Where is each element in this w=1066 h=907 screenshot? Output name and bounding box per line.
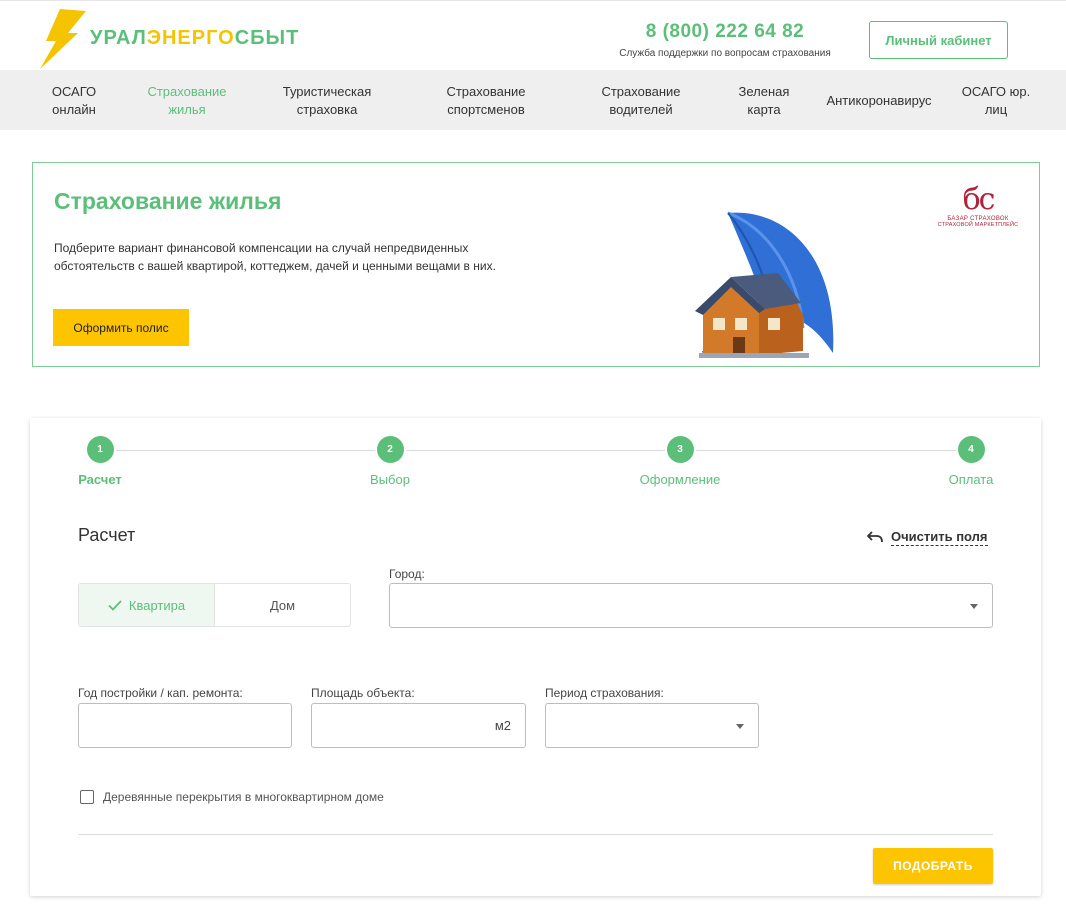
nav-item-label: ОСАГО [51, 84, 97, 99]
support-phone-block: 8 (800) 222 64 82 Служба поддержки по во… [610, 21, 840, 59]
step-selection[interactable]: 2 Выбор [330, 436, 450, 487]
property-type-toggle: Квартира Дом [78, 583, 351, 627]
nav-item-label: карта [747, 102, 781, 117]
build-year-label: Год постройки / кап. ремонта: [78, 686, 243, 700]
step-label: Оплата [948, 472, 994, 487]
hero-banner: Страхование жилья Подберите вариант фина… [32, 162, 1040, 367]
banner-description: Подберите вариант финансовой компенсации… [54, 241, 496, 273]
nav-item-home-insurance[interactable]: Страхование жилья [141, 83, 233, 119]
build-year-input[interactable] [78, 703, 292, 748]
city-select[interactable] [389, 583, 993, 628]
wooden-floors-checkbox[interactable] [80, 790, 94, 804]
period-label: Период страхования: [545, 686, 664, 700]
partner-tagline: СТРАХОВОЙ МАРКЕТПЛЕЙС [937, 222, 1019, 228]
undo-arrow-icon [867, 531, 883, 543]
nav-item-label: Страхование [147, 84, 227, 99]
steps-progress-line [100, 450, 970, 451]
nav-item-travel-insurance[interactable]: Туристическая страховка [276, 83, 378, 119]
property-type-house[interactable]: Дом [215, 584, 350, 626]
main-nav: ОСАГО онлайн Страхование жилья Туристиче… [0, 70, 1066, 130]
nav-item-label: страховка [296, 102, 358, 117]
step-label: Расчет [78, 472, 122, 487]
personal-cabinet-button[interactable]: Личный кабинет [869, 21, 1008, 59]
caret-down-icon [736, 723, 744, 729]
period-select[interactable] [545, 703, 759, 748]
clear-fields-link[interactable]: Очистить поля [867, 527, 988, 547]
partner-logo-mark: бс [962, 182, 996, 217]
checkmark-icon [108, 599, 122, 611]
wooden-floors-label: Деревянные перекрытия в многоквартирном … [103, 790, 384, 804]
partner-logo[interactable]: бс БАЗАР СТРАХОВОК СТРАХОВОЙ МАРКЕТПЛЕЙС [933, 185, 1023, 240]
area-unit: м2 [494, 718, 511, 733]
house-umbrella-illustration [695, 211, 834, 358]
nav-item-sports-insurance[interactable]: Страхование спортсменов [436, 83, 536, 119]
property-type-label: Квартира [128, 597, 186, 613]
nav-item-label: жилья [168, 102, 206, 117]
step-registration[interactable]: 3 Оформление [620, 436, 740, 487]
property-type-label: Дом [269, 597, 296, 613]
nav-item-label: ОСАГО юр. [961, 84, 1031, 99]
wooden-floors-option[interactable]: Деревянные перекрытия в многоквартирном … [80, 790, 384, 804]
step-number: 4 [957, 436, 985, 463]
step-calculation[interactable]: 1 Расчет [40, 436, 160, 487]
nav-item-label: спортсменов [447, 102, 525, 117]
calculator-title: Расчет [78, 525, 136, 545]
step-number: 3 [666, 436, 694, 463]
logo-text: УРАЛЭНЕРГОСБЫТ [90, 27, 300, 49]
city-label: Город: [389, 567, 425, 581]
lightning-bolt-icon [40, 9, 86, 69]
calculator-card: 1 Расчет 2 Выбор 3 Оформление 4 Оплата Р… [30, 418, 1041, 896]
nav-item-label: Зеленая [738, 84, 790, 99]
property-type-apartment[interactable]: Квартира [79, 584, 215, 626]
step-label: Оформление [639, 472, 721, 487]
support-phone[interactable]: 8 (800) 222 64 82 [610, 21, 840, 43]
nav-item-osago-online[interactable]: ОСАГО онлайн [44, 83, 104, 119]
step-payment[interactable]: 4 Оплата [911, 436, 1031, 487]
clear-fields-label: Очистить поля [891, 528, 988, 546]
form-divider [78, 834, 993, 835]
nav-item-label: онлайн [52, 102, 96, 117]
step-label: Выбор [370, 472, 410, 487]
nav-item-label: водителей [609, 102, 673, 117]
nav-item-label: Страхование [446, 84, 526, 99]
company-logo[interactable]: УРАЛЭНЕРГОСБЫТ [38, 9, 318, 69]
area-input[interactable]: м2 [311, 703, 526, 748]
nav-item-label: Страхование [601, 84, 681, 99]
get-policy-button[interactable]: Оформить полис [53, 309, 189, 346]
nav-item-drivers-insurance[interactable]: Страхование водителей [592, 83, 690, 119]
banner-title: Страхование жилья [54, 188, 282, 214]
nav-item-label: Антикоронавирус [826, 93, 932, 108]
caret-down-icon [970, 603, 978, 609]
step-number: 1 [86, 436, 114, 463]
site-header: УРАЛЭНЕРГОСБЫТ 8 (800) 222 64 82 Служба … [0, 0, 1066, 70]
nav-item-anticoronavirus[interactable]: Антикоронавирус [822, 92, 936, 110]
step-number: 2 [376, 436, 404, 463]
nav-item-osago-legal[interactable]: ОСАГО юр. лиц [956, 83, 1036, 119]
support-phone-caption: Служба поддержки по вопросам страхования [619, 48, 831, 59]
nav-item-green-card[interactable]: Зеленая карта [732, 83, 796, 119]
find-offers-button[interactable]: ПОДОБРАТЬ [873, 848, 993, 884]
nav-item-label: лиц [984, 102, 1008, 117]
nav-item-label: Туристическая [282, 84, 372, 99]
area-label: Площадь объекта: [311, 686, 415, 700]
